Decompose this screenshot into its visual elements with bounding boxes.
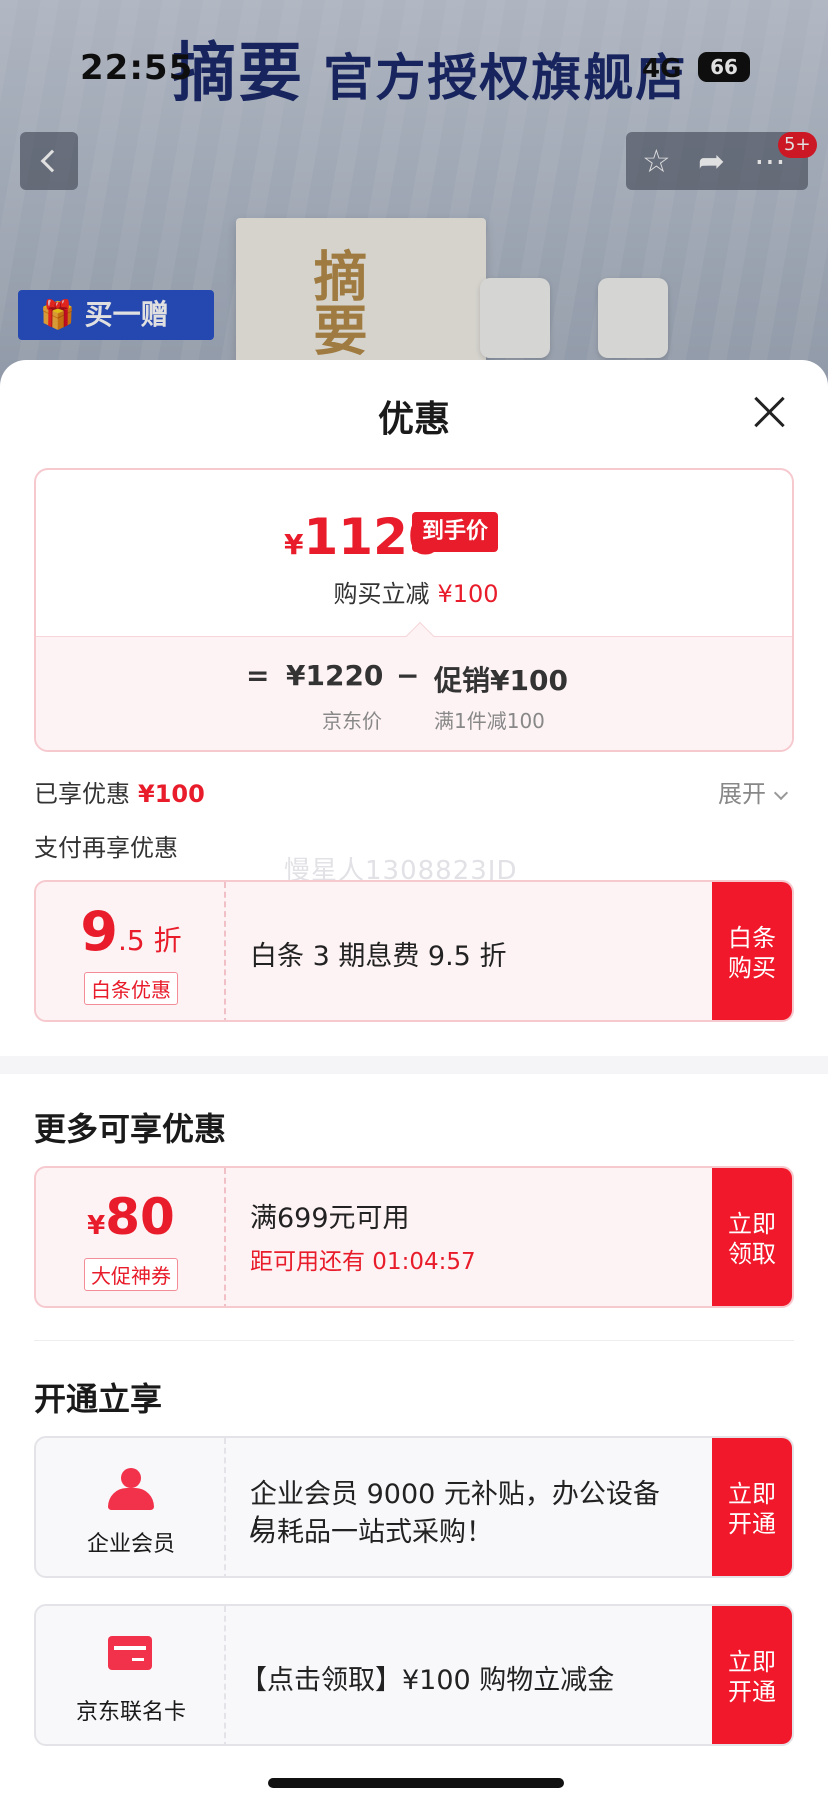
coupon-condition: 满699元可用	[250, 1203, 410, 1234]
coupon-amount: ¥80	[36, 1188, 226, 1246]
currency-symbol: ¥	[87, 1211, 106, 1241]
minus-sign: −	[396, 659, 420, 692]
coupon-left: 9.5 折 白条优惠	[36, 882, 226, 1020]
price-formula-section: = ¥1220 − 促销¥100 京东价 满1件减100	[36, 636, 792, 750]
discount-rate-small: .5 折	[117, 924, 182, 957]
price-breakdown-card: ¥1120 到手价 购买立减 ¥100 = ¥1220 − 促销¥100 京东价 …	[34, 468, 794, 752]
open-jd-card-button[interactable]: 立即开通	[712, 1606, 792, 1744]
promo-amount: 促销¥100	[434, 664, 568, 697]
section-title-more: 更多可享优惠	[34, 1110, 227, 1148]
claim-coupon-button[interactable]: 立即领取	[712, 1168, 792, 1306]
jd-card-description: 【点击领取】¥100 购物立减金	[240, 1665, 615, 1696]
equals-sign: =	[246, 659, 270, 692]
jd-price-caption: 京东价	[322, 709, 382, 733]
final-price-section: ¥1120 到手价 购买立减 ¥100	[36, 470, 792, 636]
enterprise-member-card[interactable]: 企业会员 企业会员 9000 元补贴，办公设备 / 易耗品一站式采购！ 立即开通	[34, 1436, 794, 1578]
pay-more-label: 支付再享优惠	[34, 834, 178, 862]
instant-discount-label: 购买立减	[333, 580, 430, 608]
open-enterprise-button[interactable]: 立即开通	[712, 1438, 792, 1576]
expand-button[interactable]: 展开	[718, 774, 789, 809]
section-divider	[0, 1056, 828, 1074]
card-body: 【点击领取】¥100 购物立减金	[240, 1606, 670, 1744]
jd-cobrand-card[interactable]: 京东联名卡 【点击领取】¥100 购物立减金 立即开通	[34, 1604, 794, 1746]
coupon-body: 白条 3 期息费 9.5 折	[250, 882, 670, 1020]
card-body: 企业会员 9000 元补贴，办公设备 / 易耗品一站式采购！	[250, 1438, 670, 1576]
close-icon[interactable]	[752, 394, 788, 430]
card-left: 京东联名卡	[36, 1606, 226, 1744]
promo-coupon[interactable]: ¥80 大促神券 满699元可用 距可用还有 01:04:57 立即领取	[34, 1166, 794, 1308]
card-left: 企业会员	[36, 1438, 226, 1576]
sheet-title: 优惠	[377, 399, 450, 440]
enterprise-member-label: 企业会员	[86, 1532, 175, 1557]
expand-label: 展开	[718, 780, 766, 808]
baitiao-coupon[interactable]: 9.5 折 白条优惠 白条 3 期息费 9.5 折 白条购买	[34, 880, 794, 1022]
coupon-tag: 白条优惠	[36, 972, 226, 1005]
coupon-amount-value: 80	[105, 1188, 175, 1246]
enjoyed-value: ¥100	[138, 780, 205, 808]
coupon-tag: 大促神券	[36, 1258, 226, 1291]
coupon-left: ¥80 大促神券	[36, 1168, 226, 1306]
promo-caption: 满1件减100	[434, 709, 545, 733]
discount-sheet: 优惠 ¥1120 到手价 购买立减 ¥100 = ¥1220 − 促销¥100 京…	[0, 360, 828, 1801]
instant-discount-value: ¥100	[437, 580, 499, 608]
enjoyed-label: 已享优惠	[34, 780, 130, 808]
coupon-body: 满699元可用 距可用还有 01:04:57	[250, 1168, 670, 1306]
discount-rate: 9.5 折	[36, 900, 226, 963]
jd-card-label: 京东联名卡	[75, 1700, 186, 1725]
section-title-open: 开通立享	[34, 1380, 163, 1418]
enterprise-desc-line2: 易耗品一站式采购！	[250, 1517, 493, 1548]
enjoyed-discount: 已享优惠 ¥100	[34, 774, 205, 809]
user-icon	[108, 1468, 154, 1510]
baitiao-buy-button[interactable]: 白条购买	[712, 882, 792, 1020]
jd-price: ¥1220	[286, 659, 384, 692]
coupon-description: 白条 3 期息费 9.5 折	[250, 941, 507, 972]
currency-symbol: ¥	[284, 528, 304, 561]
coupon-countdown: 距可用还有 01:04:57	[250, 1249, 476, 1275]
discount-rate-big: 9	[80, 900, 118, 963]
chevron-down-icon	[773, 785, 789, 801]
final-price-tag: 到手价	[412, 512, 499, 552]
credit-card-icon	[108, 1636, 152, 1670]
divider	[34, 1340, 794, 1341]
sheet-backdrop[interactable]	[0, 0, 828, 380]
instant-discount: 购买立减 ¥100	[36, 574, 792, 609]
home-indicator[interactable]	[268, 1778, 564, 1788]
